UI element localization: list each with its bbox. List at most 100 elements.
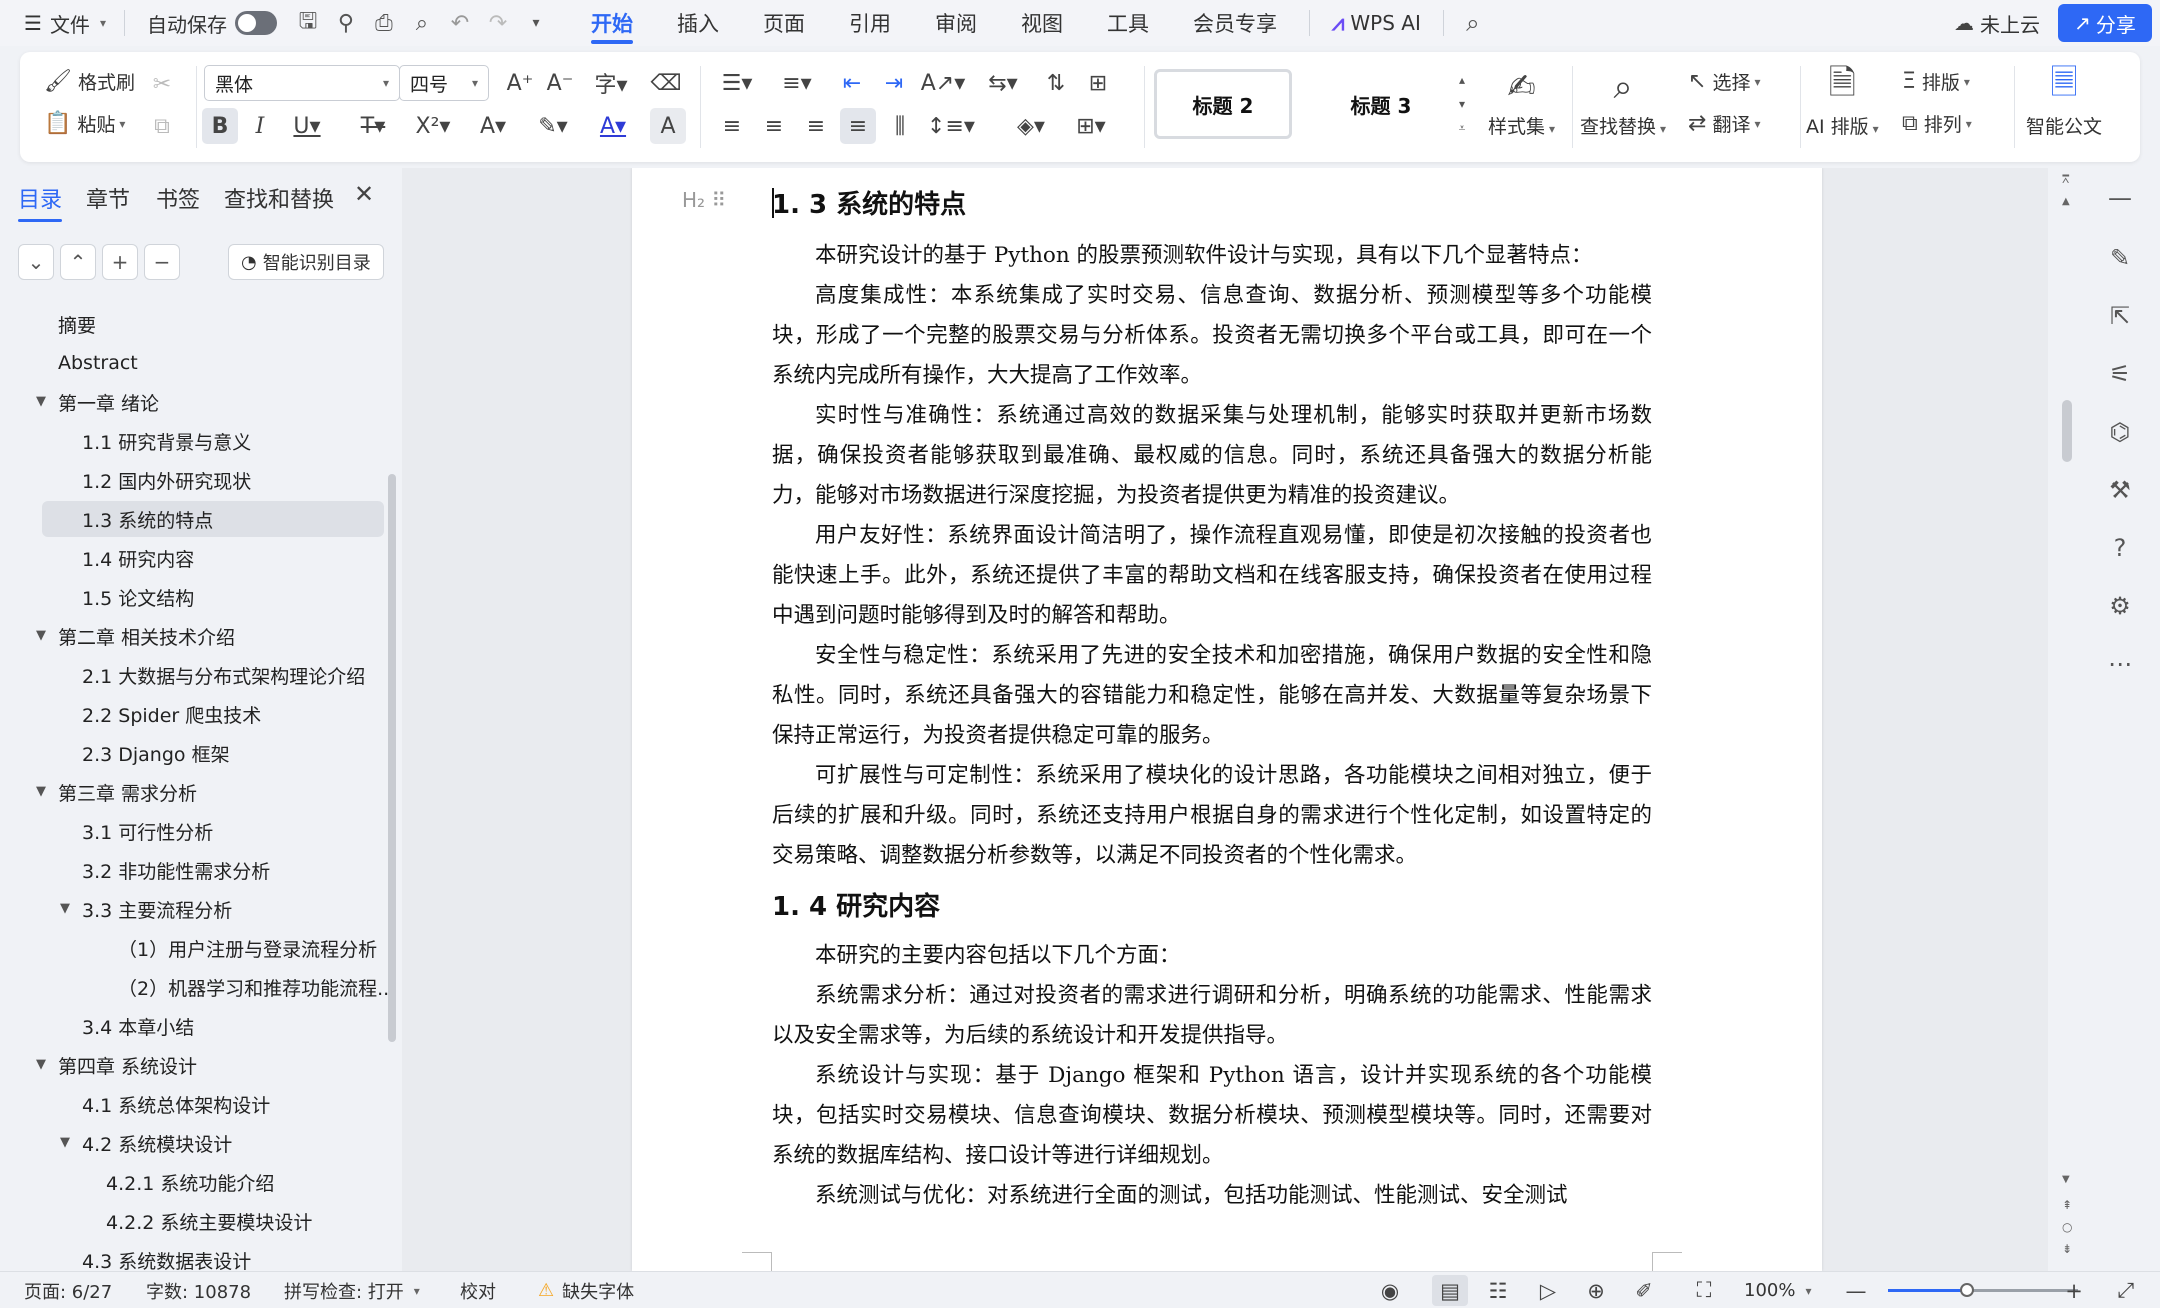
toc-item[interactable]: 3.4 本章小结 [82,1008,194,1044]
page-view-icon[interactable]: ▤ [1432,1275,1468,1306]
prev-object-icon[interactable]: ⇞ [2062,1198,2072,1212]
toc-item[interactable]: 第三章 需求分析 [58,774,197,810]
bullet-list-icon[interactable]: ☰▾ [714,65,760,101]
plugin-icon[interactable]: ⚙ [2100,586,2140,626]
fullscreen-icon[interactable]: ⤢ [2108,1272,2144,1308]
increase-indent-icon[interactable]: ⇥ [876,65,912,101]
strikethrough-button[interactable]: T▾ [350,108,396,144]
scroll-down-icon[interactable]: ▼ [2062,1174,2070,1185]
section-heading[interactable]: 1. 4 研究内容 [772,886,940,923]
tab-home[interactable]: 开始 [569,0,655,46]
toc-item[interactable]: 2.3 Django 框架 [82,735,230,771]
search-icon[interactable]: ⌕ [1454,0,1492,46]
paragraph[interactable]: 可扩展性与可定制性：系统采用了模块化的设计思路，各功能模块之间相对独立，便于后续… [772,756,1652,876]
redo-icon[interactable]: ↷ [479,0,517,46]
grow-font-icon[interactable]: A⁺ [502,65,538,101]
align-justify-icon[interactable]: ≡ [840,108,876,144]
toc-item[interactable]: 4.2.2 系统主要模块设计 [106,1203,312,1239]
toc-item[interactable]: 3.1 可行性分析 [82,813,213,849]
line-spacing-icon[interactable]: ↕≡▾ [926,108,976,144]
border-icon[interactable]: ⊞▾ [1068,108,1114,144]
eye-care-pen-icon[interactable]: ✐ [1626,1272,1662,1308]
expand-triangle-icon[interactable]: ▼ [36,628,46,643]
fit-page-icon[interactable]: ⛶ [1686,1272,1722,1308]
scroll-thumb[interactable] [2062,400,2072,462]
section-heading[interactable]: 1. 3 系统的特点 [772,184,966,221]
share-button[interactable]: ↗ 分享 [2058,4,2152,42]
zoom-select[interactable]: 100% ▾ [1744,1272,1812,1308]
tab-tools[interactable]: 工具 [1085,0,1171,46]
text-effect-button[interactable]: A▾ [470,108,516,144]
zoom-slider-thumb[interactable] [1960,1283,1974,1297]
paragraph[interactable]: 系统需求分析：通过对投资者的需求进行调研和分析，明确系统的功能需求、性能需求以及… [772,976,1652,1056]
distributed-align-icon[interactable]: ⫼ [882,108,918,144]
pen-icon[interactable]: ✎ [2100,238,2140,278]
expand-triangle-icon[interactable]: ▼ [36,394,46,409]
decrease-indent-icon[interactable]: ⇤ [834,65,870,101]
more-quick-actions-icon[interactable]: ▾ [517,0,555,46]
tab-view[interactable]: 视图 [999,0,1085,46]
print-preview-icon[interactable]: ⌕ [403,0,441,46]
toc-item[interactable]: 2.1 大数据与分布式架构理论介绍 [82,657,365,693]
help-icon[interactable]: ? [2100,528,2140,568]
toc-item[interactable]: 3.3 主要流程分析 [82,891,232,927]
browse-object-icon[interactable]: ○ [2062,1220,2072,1234]
toc-item[interactable]: （1）用户注册与登录流程分析 [118,930,377,966]
paragraph[interactable]: 系统测试与优化：对系统进行全面的测试，包括功能测试、性能测试、安全测试 [772,1176,1652,1216]
document-page[interactable]: H₂ ⠿ 1. 3 系统的特点 本研究设计的基于 Python 的股票预测软件设… [632,168,1822,1271]
numbered-list-icon[interactable]: ≡▾ [774,65,820,101]
font-color-icon[interactable]: A▾ [590,108,636,144]
style-set-button[interactable]: ✍ 样式集 ▾ [1488,62,1555,139]
shrink-font-icon[interactable]: A⁻ [542,65,578,101]
tab-find-replace[interactable]: 查找和替换 [224,182,334,214]
tab-toc[interactable]: 目录 [18,182,63,222]
toc-item[interactable]: 1.3 系统的特点 [42,501,384,537]
next-object-icon[interactable]: ⇟ [2062,1242,2072,1256]
prev-page-icon[interactable]: ⩞ [2062,172,2069,187]
expand-triangle-icon[interactable]: ▼ [60,1135,70,1150]
toc-item[interactable]: Abstract [58,345,138,381]
paragraph[interactable]: 安全性与稳定性：系统采用了先进的安全技术和加密措施，确保用户数据的安全性和隐私性… [772,636,1652,756]
align-center-icon[interactable]: ≡ [756,108,792,144]
format-painter-button[interactable]: 🖌 格式刷 [44,68,135,95]
sort-icon[interactable]: ⇅ [1038,65,1074,101]
tab-review[interactable]: 审阅 [913,0,999,46]
toc-item[interactable]: （2）机器学习和推荐功能流程... [118,969,395,1005]
tab-references[interactable]: 引用 [827,0,913,46]
paragraph[interactable]: 系统设计与实现：基于 Django 框架和 Python 语言，设计并实现系统的… [772,1056,1652,1176]
font-size-select[interactable]: 四号 ▾ [399,65,489,101]
toc-item[interactable]: 1.4 研究内容 [82,540,194,576]
tab-sections[interactable]: 章节 [86,182,130,214]
scroll-up-icon[interactable]: ▲ [2062,196,2070,207]
translate-button[interactable]: ⇄ 翻译 ▾ [1688,110,1760,137]
toc-item[interactable]: 4.2.1 系统功能介绍 [106,1164,274,1200]
toc-item[interactable]: 4.2 系统模块设计 [82,1125,232,1161]
zoom-in-icon[interactable]: + [2056,1272,2092,1308]
line-wrap-icon[interactable]: ⇆▾ [980,65,1026,101]
collapse-all-button[interactable]: ⌄ [18,244,54,280]
tab-page[interactable]: 页面 [741,0,827,46]
toc-item[interactable]: 1.2 国内外研究现状 [82,462,251,498]
style-heading-2[interactable]: 标题 2 [1154,69,1292,139]
wps-ai-button[interactable]: ⩘ WPS AI [1320,0,1433,46]
smart-doc-button[interactable]: 🗏 智能公文 [2026,62,2102,139]
bold-button[interactable]: B [202,108,238,144]
text-direction-icon[interactable]: A↗▾ [920,65,966,101]
play-icon[interactable]: ▷ [1530,1272,1566,1308]
toc-scrollbar[interactable] [388,474,396,1042]
sliders-icon[interactable]: ⚟ [2100,354,2140,394]
expand-triangle-icon[interactable]: ▼ [60,901,70,916]
paragraph[interactable]: 本研究的主要内容包括以下几个方面： [772,936,1652,976]
missing-font-button[interactable]: ⚠ 缺失字体 [538,1272,634,1308]
zoom-slider[interactable] [1888,1283,2078,1297]
paragraph[interactable]: 实时性与准确性：系统通过高效的数据采集与处理机制，能够实时获取并更新市场数据，确… [772,396,1652,516]
close-icon[interactable]: ✕ [354,180,374,208]
toc-item[interactable]: 第四章 系统设计 [58,1047,197,1083]
smart-toc-button[interactable]: ◔ 智能识别目录 [228,244,384,280]
arrange-button[interactable]: ⧉ 排列 ▾ [1902,110,1972,137]
underline-button[interactable]: U▾ [284,108,330,144]
style-heading-3[interactable]: 标题 3 [1312,69,1450,139]
tab-member[interactable]: 会员专享 [1171,0,1299,46]
show-marks-icon[interactable]: ⊞ [1080,65,1116,101]
file-menu[interactable]: ☰ 文件 ▾ [24,0,106,46]
